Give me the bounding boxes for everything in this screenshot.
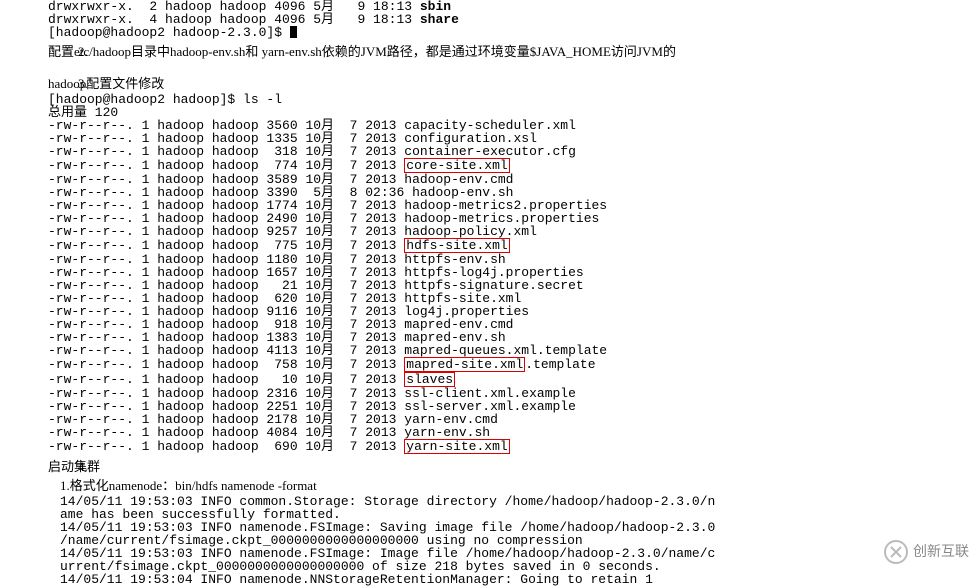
watermark-logo: 创新互联 <box>883 539 969 565</box>
file-name: hadoop-policy.xml <box>404 224 537 239</box>
shell-prompt-ls: [hadoop@hadoop2 hadoop]$ ls -l <box>48 93 979 106</box>
file-meta: -rw-r--r--. 1 hadoop hadoop 9257 10月 7 2… <box>48 224 404 239</box>
log-line: 14/05/11 19:53:03 INFO namenode.FSImage:… <box>60 547 979 560</box>
log-line: /name/current/fsimage.ckpt_0000000000000… <box>60 534 979 547</box>
list-item-2: 2. 配置etc/hadoop目录中hadoop-env.sh和 yarn-en… <box>48 43 979 61</box>
file-meta: -rw-r--r--. 1 hadoop hadoop 775 10月 7 20… <box>48 238 404 253</box>
file-name: yarn-site.xml <box>404 439 509 454</box>
log-line: 14/05/11 19:53:03 INFO common.Storage: S… <box>60 495 979 508</box>
terminal-snippet-top: drwxrwxr-x. 2 hadoop hadoop 4096 5月 9 18… <box>48 0 979 39</box>
ls-row: -rw-r--r--. 1 hadoop hadoop 318 10月 7 20… <box>48 145 979 158</box>
ls-row: -rw-r--r--. 1 hadoop hadoop 4113 10月 7 2… <box>48 344 979 357</box>
file-name: container-executor.cfg <box>404 144 576 159</box>
logo-icon <box>883 539 909 565</box>
ls-row: -rw-r--r--. 1 hadoop hadoop 9257 10月 7 2… <box>48 225 979 238</box>
file-name: mapred-site.xml <box>404 357 525 372</box>
ls-row: -rw-r--r--. 1 hadoop hadoop 775 10月 7 20… <box>48 238 979 253</box>
ls-row: -rw-r--r--. 1 hadoop hadoop 774 10月 7 20… <box>48 158 979 173</box>
file-meta: -rw-r--r--. 1 hadoop hadoop 758 10月 7 20… <box>48 357 404 372</box>
cursor-icon <box>290 26 297 38</box>
file-meta: -rw-r--r--. 1 hadoop hadoop 690 10月 7 20… <box>48 439 404 454</box>
file-name: core-site.xml <box>404 158 509 173</box>
list-item-3: 3. hadoop配置文件修改 [hadoop@hadoop2 hadoop]$… <box>48 75 979 454</box>
item4-text: 启动集群 <box>48 459 100 474</box>
logo-text: 创新互联 <box>913 542 969 562</box>
ls-row: -rw-r--r--. 1 hadoop hadoop 4084 10月 7 2… <box>48 426 979 439</box>
list-item-4: 4. 启动集群 1.格式化namenode：bin/hdfs namenode … <box>48 458 979 585</box>
shell-prompt: [hadoop@hadoop2 hadoop-2.3.0]$ <box>48 26 979 39</box>
file-name: slaves <box>404 372 455 387</box>
log-line: 14/05/11 19:53:03 INFO namenode.FSImage:… <box>60 521 979 534</box>
ls-row: -rw-r--r--. 1 hadoop hadoop 758 10月 7 20… <box>48 357 979 372</box>
file-meta: -rw-r--r--. 1 hadoop hadoop 774 10月 7 20… <box>48 158 404 173</box>
item2-text: 配置etc/hadoop目录中hadoop-env.sh和 yarn-env.s… <box>48 44 676 59</box>
ls-row: -rw-r--r--. 1 hadoop hadoop 10 10月 7 201… <box>48 372 979 387</box>
file-meta: -rw-r--r--. 1 hadoop hadoop 318 10月 7 20… <box>48 144 404 159</box>
log-line: ame has been successfully formatted. <box>60 508 979 521</box>
file-meta: -rw-r--r--. 1 hadoop hadoop 10 10月 7 201… <box>48 372 404 387</box>
list-marker: 2. <box>78 43 88 61</box>
file-name-suffix: .template <box>525 357 595 372</box>
sub-step-1: 1.格式化namenode：bin/hdfs namenode -format <box>48 477 979 495</box>
file-name: mapred-queues.xml.template <box>404 343 607 358</box>
item3-text: hadoop配置文件修改 <box>48 76 164 91</box>
file-name: hdfs-site.xml <box>404 238 509 253</box>
log-line: urrent/fsimage.ckpt_0000000000000000000 … <box>60 560 979 573</box>
list-marker: 3. <box>78 75 88 93</box>
file-name: yarn-env.sh <box>404 425 490 440</box>
file-meta: -rw-r--r--. 1 hadoop hadoop 4084 10月 7 2… <box>48 425 404 440</box>
log-output: 14/05/11 19:53:03 INFO common.Storage: S… <box>48 495 979 586</box>
ls-listing: -rw-r--r--. 1 hadoop hadoop 3560 10月 7 2… <box>48 119 979 454</box>
list-marker: 4. <box>78 458 88 476</box>
file-meta: -rw-r--r--. 1 hadoop hadoop 4113 10月 7 2… <box>48 343 404 358</box>
dir-name: share <box>420 12 459 27</box>
ls-row: -rw-r--r--. 1 hadoop hadoop 690 10月 7 20… <box>48 439 979 454</box>
